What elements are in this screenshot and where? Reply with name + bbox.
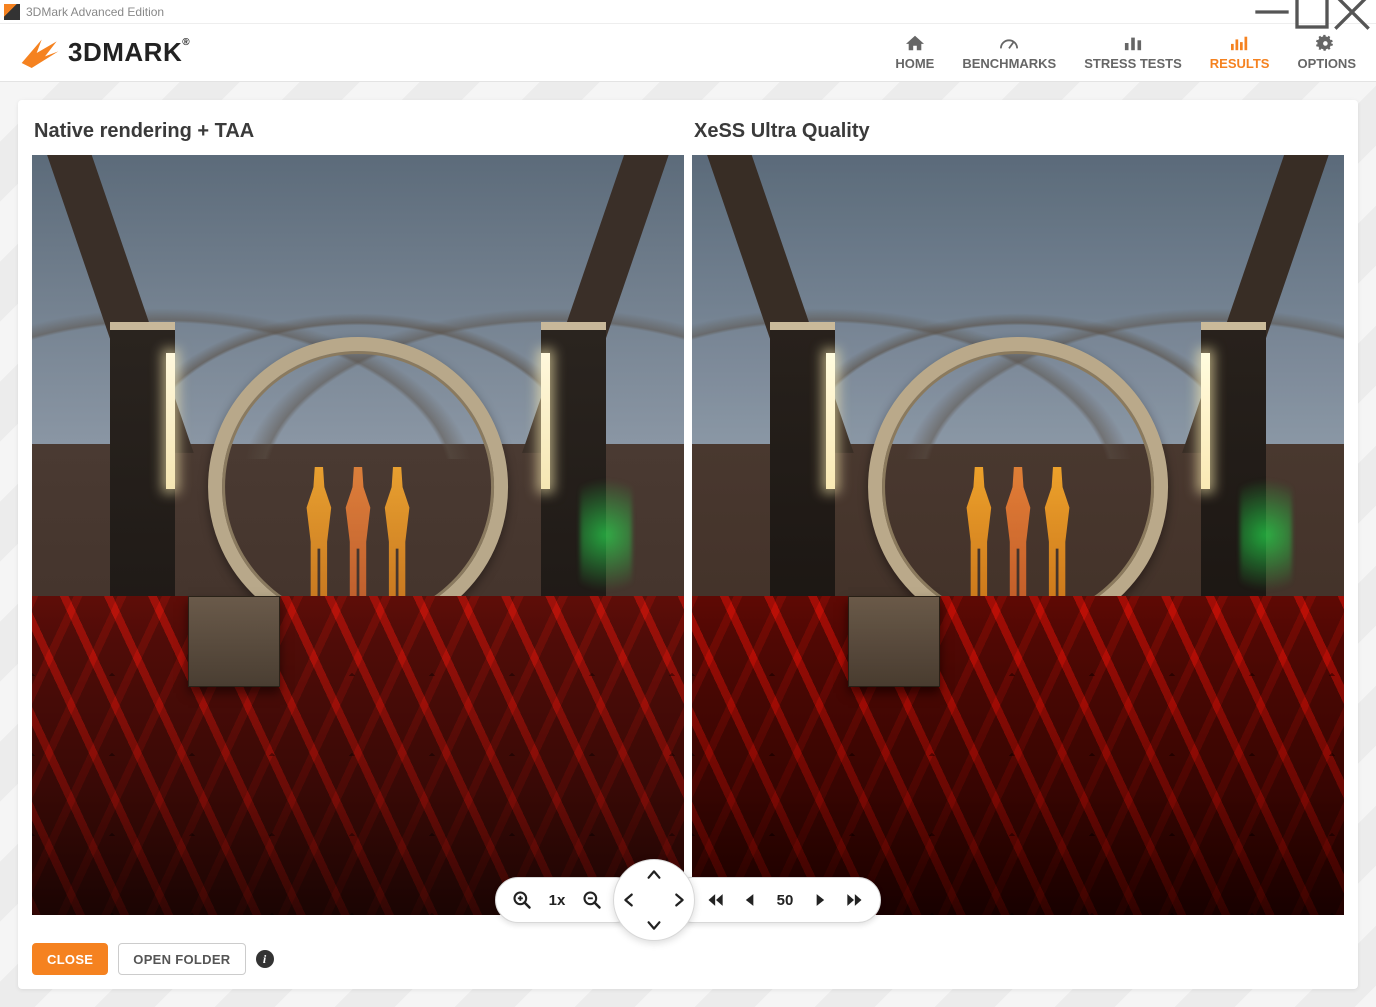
pan-right-button[interactable]: [668, 889, 690, 911]
zoom-in-button[interactable]: [512, 890, 532, 910]
frame-next-button[interactable]: [810, 890, 830, 910]
app-logo[interactable]: 3DMARK®: [20, 36, 190, 70]
nav-label: HOME: [895, 56, 934, 71]
logo-text: 3DMARK®: [68, 37, 190, 68]
window-titlebar: 3DMark Advanced Edition: [0, 0, 1376, 24]
close-window-button[interactable]: [1332, 0, 1372, 24]
content-area: Native rendering + TAA: [0, 82, 1376, 1007]
viewer-controls: 1x 50: [495, 859, 881, 941]
zoom-out-button[interactable]: [582, 890, 602, 910]
card-footer-buttons: CLOSE OPEN FOLDER i: [32, 943, 274, 975]
nav-home[interactable]: HOME: [895, 34, 934, 71]
minimize-button[interactable]: [1252, 0, 1292, 24]
comparison-container: Native rendering + TAA: [32, 114, 1344, 915]
frame-last-button[interactable]: [844, 890, 864, 910]
close-button[interactable]: CLOSE: [32, 943, 108, 975]
home-icon: [904, 34, 926, 52]
window-title: 3DMark Advanced Edition: [26, 5, 164, 19]
app-icon: [4, 4, 20, 20]
rendered-scene: [32, 155, 684, 915]
pane-left-label: Native rendering + TAA: [32, 114, 684, 155]
frame-prev-button[interactable]: [740, 890, 760, 910]
frame-first-button[interactable]: [706, 890, 726, 910]
logo-mark-icon: [20, 36, 60, 70]
pane-left-image[interactable]: [32, 155, 684, 915]
nav-label: BENCHMARKS: [962, 56, 1056, 71]
bars-icon: [1122, 34, 1144, 52]
results-icon: [1229, 34, 1251, 52]
compare-pane-right: XeSS Ultra Quality: [692, 114, 1344, 915]
gear-icon: [1316, 34, 1338, 52]
nav-stress-tests[interactable]: STRESS TESTS: [1084, 34, 1182, 71]
pan-left-button[interactable]: [618, 889, 640, 911]
frame-index-label: 50: [774, 892, 796, 909]
gauge-icon: [998, 34, 1020, 52]
pan-dpad: [613, 859, 695, 941]
pane-right-label: XeSS Ultra Quality: [692, 114, 1344, 155]
nav-benchmarks[interactable]: BENCHMARKS: [962, 34, 1056, 71]
nav-label: RESULTS: [1210, 56, 1270, 71]
compare-pane-left: Native rendering + TAA: [32, 114, 684, 915]
nav-options[interactable]: OPTIONS: [1297, 34, 1356, 71]
frame-controls: 50: [669, 877, 881, 923]
comparison-card: Native rendering + TAA: [18, 100, 1358, 989]
window-controls: [1252, 0, 1372, 24]
maximize-button[interactable]: [1292, 0, 1332, 24]
pan-down-button[interactable]: [643, 914, 665, 936]
nav-label: STRESS TESTS: [1084, 56, 1182, 71]
main-nav: HOME BENCHMARKS STRESS TESTS RESULTS OPT…: [895, 34, 1356, 71]
zoom-level-label: 1x: [546, 892, 568, 909]
open-folder-button-label: OPEN FOLDER: [133, 952, 230, 967]
open-folder-button[interactable]: OPEN FOLDER: [118, 943, 245, 975]
app-header: 3DMARK® HOME BENCHMARKS STRESS TESTS RES…: [0, 24, 1376, 82]
pane-right-image[interactable]: [692, 155, 1344, 915]
pan-up-button[interactable]: [643, 864, 665, 886]
rendered-scene: [692, 155, 1344, 915]
info-icon[interactable]: i: [256, 950, 274, 968]
nav-results[interactable]: RESULTS: [1210, 34, 1270, 71]
close-button-label: CLOSE: [47, 952, 93, 967]
nav-label: OPTIONS: [1297, 56, 1356, 71]
